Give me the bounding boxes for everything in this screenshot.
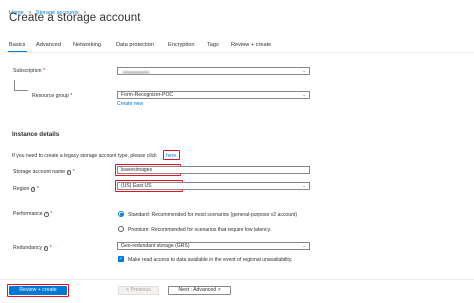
storage-account-name-label: Storage account name i * [13,169,75,175]
footer-divider [0,279,474,280]
instance-details-heading: Instance details [12,131,60,138]
subscription-label: Subscription * [13,68,46,74]
tree-connector-vertical [14,80,15,90]
create-new-resource-group-link[interactable]: Create new [117,101,143,107]
read-access-checkbox[interactable]: ✓ [118,256,124,262]
redundancy-value: Geo-redundant storage (GRS) [121,243,190,249]
tab-advanced[interactable]: Advanced [36,42,61,48]
storage-account-name-input[interactable]: leavesimages [117,166,310,174]
chevron-down-icon: ⌄ [302,68,306,73]
tab-networking[interactable]: Networking [73,42,101,48]
storage-account-name-value: leavesimages [121,167,153,173]
previous-button[interactable]: < Previous [118,286,159,295]
resource-group-dropdown[interactable]: Form-Recognizer-POC ⌄ [117,91,310,99]
info-icon: i [30,187,36,192]
performance-label: Performance i * [13,211,53,217]
tab-basics[interactable]: Basics [9,42,25,48]
chevron-down-icon: ⌄ [302,183,306,188]
tabs-divider [8,52,474,53]
redundancy-label: Redundancy i * [13,245,52,251]
chevron-down-icon: ⌄ [302,92,306,97]
tab-review-create[interactable]: Review + create [231,42,271,48]
next-advanced-button[interactable]: Next : Advanced > [168,286,231,295]
more-options-button[interactable]: ... [132,12,141,22]
legacy-here-link[interactable]: here. [166,153,178,159]
blurred-subscription-text [123,70,149,74]
region-value: (US) East US [121,183,152,189]
tab-tags[interactable]: Tags [207,42,219,48]
page-title: Create a storage account [9,12,141,24]
resource-group-label: Resource group * [32,93,73,99]
subscription-dropdown[interactable]: ⌄ [117,67,310,75]
legacy-account-note: If you need to create a legacy storage a… [12,153,157,159]
performance-standard-radio[interactable] [118,211,124,217]
info-icon: i [43,246,49,251]
tab-encryption[interactable]: Encryption [168,42,194,48]
redundancy-dropdown[interactable]: Geo-redundant storage (GRS) ⌄ [117,242,310,250]
review-create-button[interactable]: Review + create [9,286,67,295]
region-label: Region i * [13,186,39,192]
read-access-label: Make read access to data available in th… [128,257,293,263]
resource-group-value: Form-Recognizer-POC [121,92,174,98]
info-icon: i [44,212,49,217]
performance-premium-label: Premium: Recommended for scenarios that … [128,227,272,233]
tree-connector-horizontal [14,90,28,91]
chevron-down-icon: ⌄ [302,243,306,248]
tab-data-protection[interactable]: Data protection [116,42,154,48]
region-dropdown[interactable]: (US) East US ⌄ [117,182,310,190]
performance-standard-label: Standard: Recommended for most scenarios… [128,212,298,218]
performance-premium-radio[interactable] [118,226,124,232]
info-icon: i [66,170,72,175]
